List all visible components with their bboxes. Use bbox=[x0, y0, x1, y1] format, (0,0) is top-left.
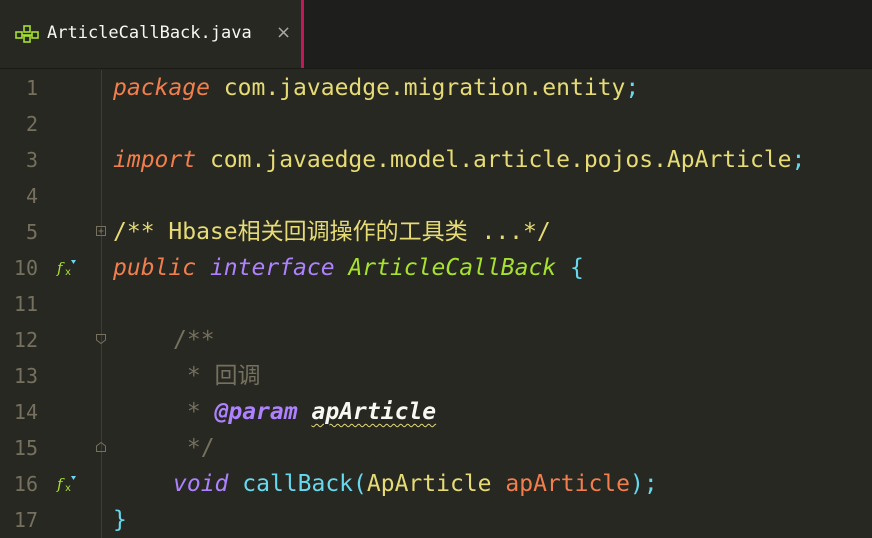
code-line: 4 bbox=[0, 178, 872, 214]
punctuation: ); bbox=[630, 471, 658, 497]
code-line: 16 f x void callBack(ApArticle apArticle… bbox=[0, 466, 872, 502]
code-line: 3 import com.javaedge.model.article.pojo… bbox=[0, 142, 872, 178]
line-number: 15 bbox=[13, 436, 38, 460]
svg-text:x: x bbox=[65, 483, 71, 494]
brace: } bbox=[113, 507, 127, 533]
package-name: com.javaedge.migration.entity bbox=[223, 75, 626, 101]
class-name: ArticleCallBack bbox=[348, 255, 557, 281]
doc-comment-close: */ bbox=[173, 435, 215, 461]
svg-text:f: f bbox=[56, 259, 65, 277]
code-text: public interface ArticleCallBack { bbox=[113, 250, 584, 286]
fold-end-icon[interactable] bbox=[96, 442, 106, 452]
punctuation: ; bbox=[791, 147, 806, 173]
javadoc-param: apArticle bbox=[311, 399, 437, 425]
implemented-marker-icon[interactable]: f x bbox=[56, 474, 78, 494]
code-line: 1 package com.javaedge.migration.entity; bbox=[0, 70, 872, 106]
punctuation: ; bbox=[625, 75, 640, 101]
fold-expand-icon[interactable] bbox=[96, 226, 106, 236]
doc-comment-star: * bbox=[173, 399, 215, 425]
code-text: void callBack(ApArticle apArticle); bbox=[173, 466, 658, 502]
code-line: 15 */ bbox=[0, 430, 872, 466]
code-text: import com.javaedge.model.article.pojos.… bbox=[113, 142, 805, 178]
line-number: 13 bbox=[13, 364, 38, 388]
code-line: 5 /** Hbase相关回调操作的工具类 ...*/ bbox=[0, 214, 872, 250]
code-line: 10 f x public interface ArticleCallBack … bbox=[0, 250, 872, 286]
keyword: public bbox=[113, 255, 197, 281]
param-type: ApArticle bbox=[366, 471, 492, 497]
java-class-icon bbox=[15, 25, 39, 43]
method-name: callBack bbox=[242, 471, 354, 497]
code-text: package com.javaedge.migration.entity; bbox=[113, 70, 639, 106]
svg-text:f: f bbox=[56, 475, 65, 493]
line-number: 1 bbox=[25, 76, 38, 100]
code-editor[interactable]: 1 package com.javaedge.migration.entity;… bbox=[0, 70, 872, 538]
line-number: 4 bbox=[25, 184, 38, 208]
line-number: 14 bbox=[13, 400, 38, 424]
line-number: 16 bbox=[13, 472, 38, 496]
line-number: 10 bbox=[13, 256, 38, 280]
code-line: 13 * 回调 bbox=[0, 358, 872, 394]
implemented-marker-icon[interactable]: f x bbox=[56, 258, 78, 278]
code-line: 14 * @param apArticle bbox=[0, 394, 872, 430]
keyword: void bbox=[173, 471, 229, 497]
line-number: 2 bbox=[25, 112, 38, 136]
code-line: 17 } bbox=[0, 502, 872, 538]
editor-tab-active[interactable]: ArticleCallBack.java × bbox=[0, 0, 304, 68]
editor-tab-bar: ArticleCallBack.java × bbox=[0, 0, 872, 69]
fold-collapse-icon[interactable] bbox=[96, 334, 106, 344]
code-line: 12 /** bbox=[0, 322, 872, 358]
line-number: 12 bbox=[13, 328, 38, 352]
svg-text:x: x bbox=[65, 267, 71, 278]
brace: { bbox=[570, 255, 584, 281]
code-text: * @param apArticle bbox=[173, 394, 436, 430]
collapsed-doc-comment: /** Hbase相关回调操作的工具类 ...*/ bbox=[113, 219, 551, 245]
code-line: 2 bbox=[0, 106, 872, 142]
line-number: 3 bbox=[25, 148, 38, 172]
keyword: import bbox=[113, 147, 197, 173]
doc-comment-open: /** bbox=[173, 327, 215, 353]
param-name: apArticle bbox=[505, 471, 630, 497]
line-number: 17 bbox=[13, 508, 38, 532]
tab-title: ArticleCallBack.java bbox=[47, 23, 252, 43]
keyword: interface bbox=[209, 255, 335, 281]
punctuation: ( bbox=[353, 471, 367, 497]
doc-comment-text: * 回调 bbox=[173, 363, 261, 389]
import-name: com.javaedge.model.article.pojos.ApArtic… bbox=[209, 147, 792, 173]
line-number: 5 bbox=[25, 220, 38, 244]
keyword: package bbox=[113, 75, 210, 101]
line-number: 11 bbox=[13, 292, 38, 316]
code-line: 11 bbox=[0, 286, 872, 322]
close-icon[interactable]: × bbox=[276, 21, 291, 45]
javadoc-tag: @param bbox=[214, 399, 298, 425]
